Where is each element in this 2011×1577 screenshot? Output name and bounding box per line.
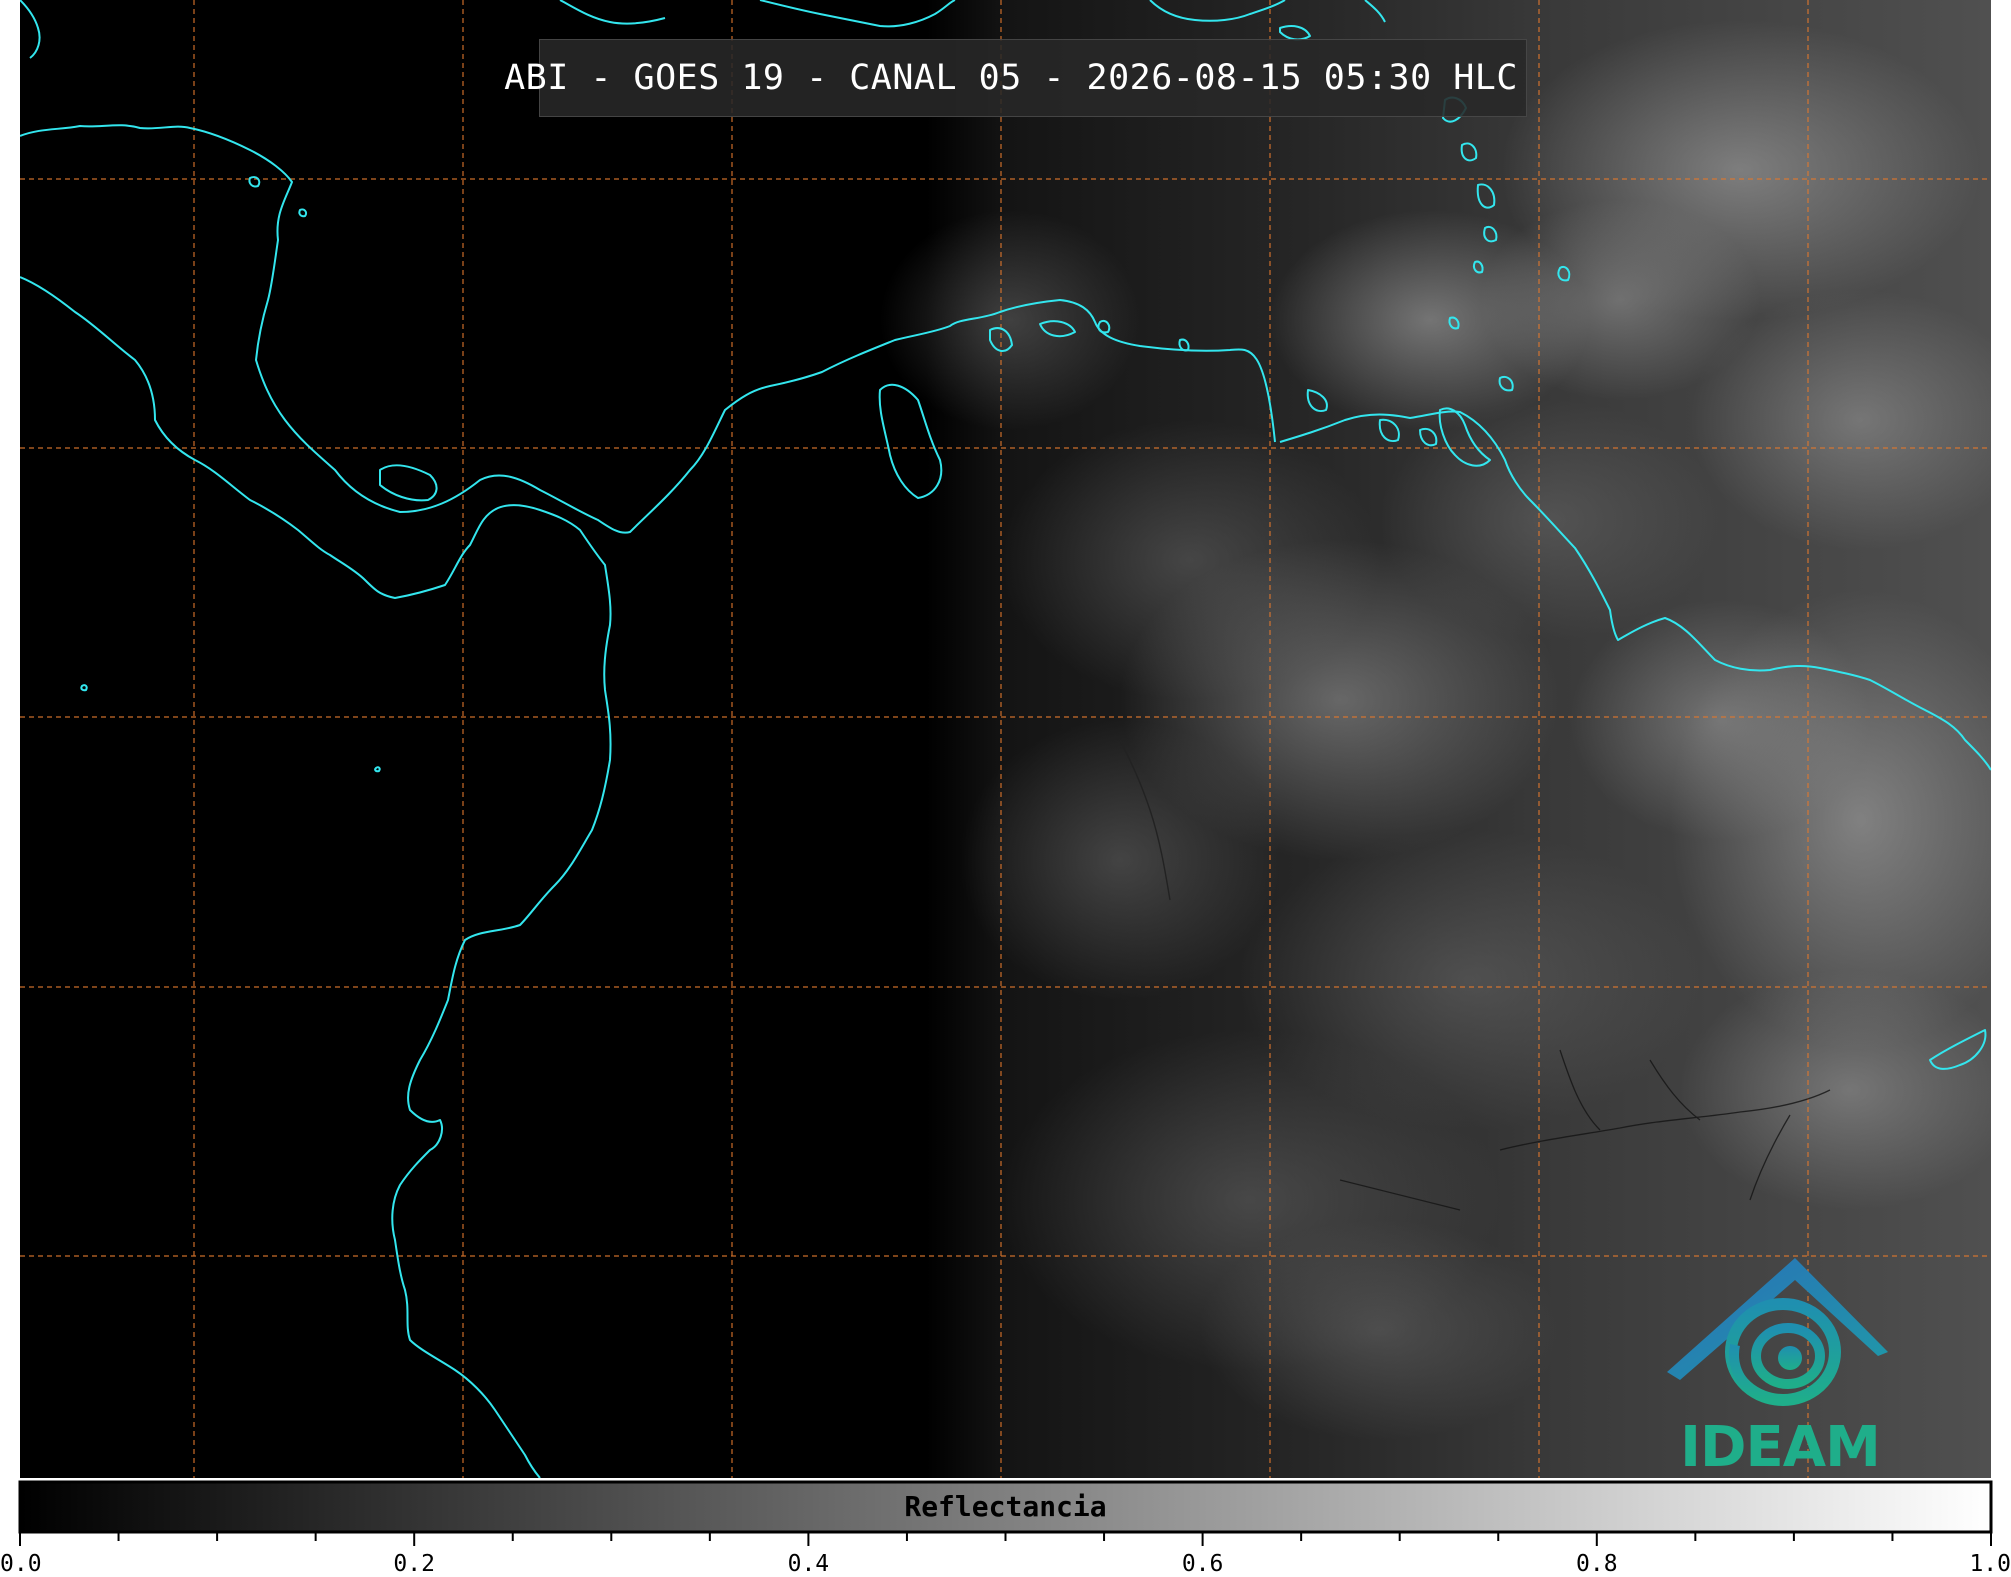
logo-text: IDEAM: [1680, 1415, 1881, 1480]
colorbar-tick-label: 0.2: [393, 1551, 435, 1577]
satellite-map: [18, 0, 1993, 1546]
colorbar-tick-label: 0.8: [1576, 1551, 1618, 1577]
colorbar-label: Reflectancia: [904, 1490, 1107, 1523]
colorbar-tick-label: 0.4: [787, 1551, 830, 1577]
map-area: [20, 0, 1991, 1478]
map-title: ABI - GOES 19 - CANAL 05 - 2026-08-15 05…: [504, 58, 1518, 98]
colorbar-tick-label: 0.0: [0, 1551, 42, 1577]
colorbar-tick-label: 1.0: [1969, 1551, 2011, 1577]
satellite-image-page: ABI - GOES 19 - CANAL 05 - 2026-08-15 05…: [0, 0, 2011, 1577]
colorbar-ticks: [19, 1532, 1992, 1546]
colorbar-tick-label: 0.6: [1181, 1551, 1224, 1577]
